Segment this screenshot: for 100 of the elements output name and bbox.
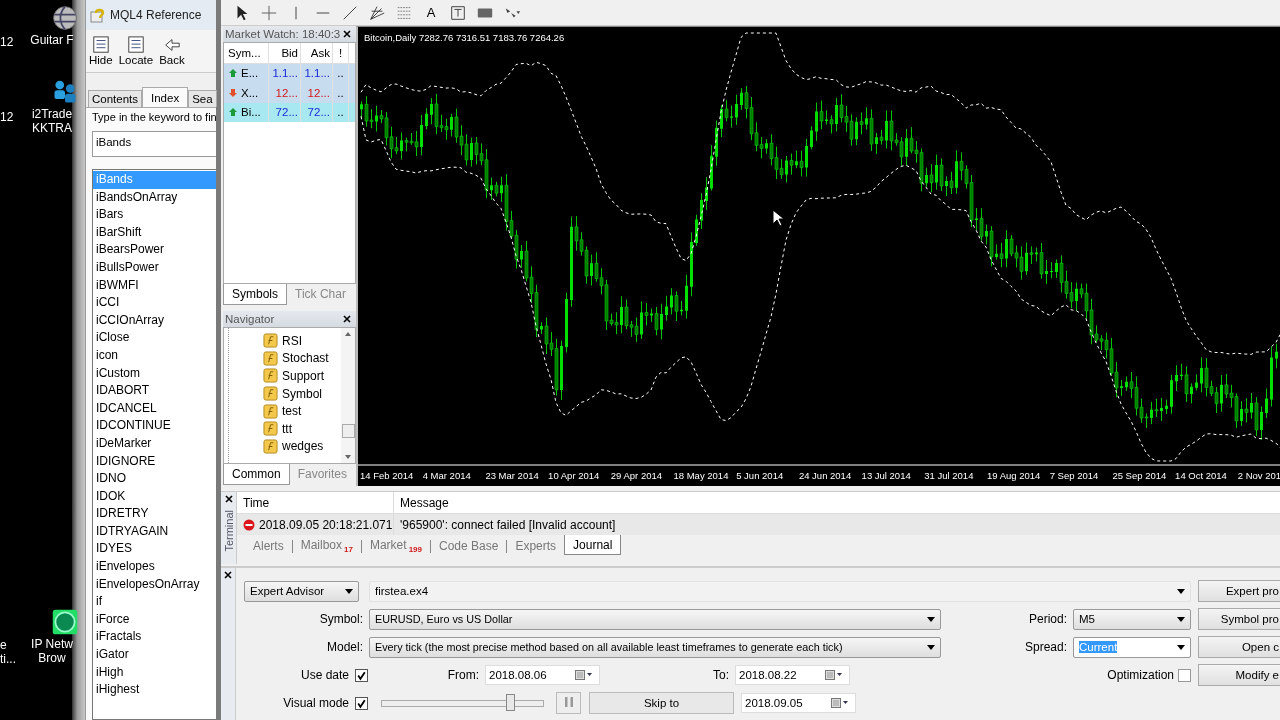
column-header[interactable]: Message xyxy=(394,492,449,513)
quote-row[interactable]: X... 12... 12... .. xyxy=(224,83,355,103)
scroll-down-icon[interactable] xyxy=(344,454,352,460)
tab[interactable]: Symbols xyxy=(223,284,287,305)
list-item[interactable]: iClose xyxy=(93,329,216,347)
list-item[interactable]: IDTRYAGAIN xyxy=(93,522,216,541)
tab[interactable]: Sea xyxy=(188,90,217,107)
fan-lines-icon[interactable] xyxy=(368,3,386,22)
desktop-icon-label[interactable]: 12 xyxy=(0,110,14,124)
column-header[interactable]: Ask xyxy=(301,43,333,63)
list-item[interactable]: iBearsPower xyxy=(93,241,216,259)
quote-row[interactable]: E... 1.1... 1.1... .. xyxy=(224,63,355,83)
list-item[interactable]: iBarShift xyxy=(93,223,216,242)
list-item[interactable]: IDNO xyxy=(93,470,216,488)
expert-properties-button[interactable]: Expert pro xyxy=(1198,580,1280,602)
calendar-icon[interactable] xyxy=(831,698,849,708)
modify-expert-button[interactable]: Modify e xyxy=(1198,664,1280,686)
skip-to-button[interactable]: Skip to xyxy=(589,692,734,714)
tab[interactable]: Market $_{199}$ xyxy=(361,535,430,557)
close-icon[interactable] xyxy=(342,29,352,39)
text-tool-button[interactable]: A xyxy=(422,5,440,20)
tree-item[interactable]: RSI xyxy=(263,332,341,350)
text-box-icon[interactable] xyxy=(449,3,467,22)
tab[interactable]: Contents xyxy=(88,90,143,107)
list-item[interactable]: iEnvelopesOnArray xyxy=(93,575,216,594)
list-item[interactable]: iFractals xyxy=(93,628,216,647)
column-header[interactable]: Sym... xyxy=(224,43,269,63)
calendar-icon[interactable] xyxy=(825,670,843,680)
list-item[interactable]: iBullsPower xyxy=(93,258,216,277)
calendar-icon[interactable] xyxy=(575,670,593,680)
open-chart-button[interactable]: Open c xyxy=(1198,636,1280,658)
list-item[interactable]: icon xyxy=(93,346,216,365)
tab[interactable]: Alerts xyxy=(245,537,292,555)
list-item[interactable]: iForce xyxy=(93,610,216,629)
tab[interactable]: Experts xyxy=(507,537,565,555)
list-item[interactable]: IDCANCEL xyxy=(93,399,216,418)
list-item[interactable]: IDRETRY xyxy=(93,505,216,523)
tree-item[interactable]: test xyxy=(263,402,341,420)
search-field[interactable]: iBands xyxy=(92,131,216,157)
close-icon[interactable] xyxy=(342,314,352,324)
column-header[interactable]: Bid xyxy=(269,43,301,63)
date-field[interactable]: 2018.08.06 xyxy=(485,665,600,685)
list-item[interactable]: iCustom xyxy=(93,364,216,383)
toolbar-button[interactable]: Hide xyxy=(86,30,116,72)
slider-thumb[interactable] xyxy=(506,694,516,711)
toolbar-button[interactable]: Locate xyxy=(115,30,157,72)
tab[interactable]: Index xyxy=(142,87,189,107)
desktop-icon-label[interactable]: Guitar F xyxy=(30,33,74,47)
scroll-up-icon[interactable] xyxy=(344,331,352,337)
tree-item[interactable]: Support xyxy=(263,367,341,385)
tree-item[interactable]: ttt xyxy=(263,419,341,438)
scrollbar[interactable] xyxy=(341,328,355,463)
close-icon[interactable] xyxy=(223,494,234,504)
list-item[interactable]: iHigh xyxy=(93,663,216,682)
list-item[interactable]: iEnvelopes xyxy=(93,558,216,576)
column-header[interactable]: ! xyxy=(333,43,349,63)
expert-dropdown[interactable]: firstea.ex4 xyxy=(369,580,1191,602)
period-dropdown[interactable]: M5 xyxy=(1073,608,1191,630)
type-dropdown[interactable]: Expert Advisor xyxy=(244,580,359,602)
list-item[interactable]: IDOK xyxy=(93,487,216,506)
speed-slider[interactable] xyxy=(381,694,544,712)
toolbar-button[interactable]: Back xyxy=(156,30,188,72)
list-item[interactable]: IDABORT xyxy=(93,382,216,400)
desktop-icon-label[interactable]: i2Trade KKTRA xyxy=(31,107,73,135)
date-field[interactable]: 2018.09.05 xyxy=(741,693,856,713)
tree-item[interactable]: wedges xyxy=(263,437,341,456)
checkbox[interactable] xyxy=(355,668,368,682)
model-dropdown[interactable]: Every tick (the most precise method based on all available least timeframes to generate each tick) xyxy=(369,636,941,658)
symbol-dropdown[interactable]: EURUSD, Euro vs US Dollar xyxy=(369,608,941,630)
list-item[interactable]: IDYES xyxy=(93,540,216,559)
desktop-icon-label[interactable]: IP Netw Brow xyxy=(31,637,73,665)
symbol-properties-button[interactable]: Symbol pro xyxy=(1198,608,1280,630)
list-item[interactable]: iGator xyxy=(93,646,216,664)
list-item[interactable]: IDCONTINUE xyxy=(93,417,216,435)
list-item[interactable]: iBandsOnArray xyxy=(93,188,216,207)
list-item[interactable]: iDeMarker xyxy=(93,434,216,453)
list-item[interactable]: iCCI xyxy=(93,294,216,312)
bid-price: 12... xyxy=(269,83,301,103)
tab[interactable]: Common xyxy=(223,464,290,485)
quote-row[interactable]: Bi... 72... 72... .. xyxy=(224,102,355,122)
close-icon[interactable] xyxy=(223,570,233,580)
desktop-icon-label[interactable]: e ti... xyxy=(0,638,16,666)
column-header[interactable]: Time xyxy=(237,492,394,513)
tab[interactable]: Mailbox $_{17}$ xyxy=(292,535,361,557)
caret-icon xyxy=(1177,644,1185,650)
list-item[interactable]: iHighest xyxy=(93,681,216,699)
scrollbar-thumb[interactable] xyxy=(341,423,355,438)
list-item[interactable]: if xyxy=(93,593,216,611)
tab[interactable]: Code Base xyxy=(431,537,507,555)
date-field[interactable]: 2018.08.22 xyxy=(735,665,850,685)
tab[interactable]: Journal xyxy=(564,535,622,555)
checkbox[interactable] xyxy=(1178,668,1191,682)
list-item[interactable]: iCCIOnArray xyxy=(93,311,216,330)
desktop-icon-label[interactable]: 12 xyxy=(0,35,14,49)
checkbox[interactable] xyxy=(355,696,368,710)
tree-item[interactable]: Symbol xyxy=(263,384,341,403)
list-item[interactable]: iBars xyxy=(93,206,216,224)
list-item[interactable]: iBWMFI xyxy=(93,276,216,295)
list-item[interactable]: IDIGNORE xyxy=(93,452,216,471)
tree-item[interactable]: Stochast xyxy=(263,349,341,368)
